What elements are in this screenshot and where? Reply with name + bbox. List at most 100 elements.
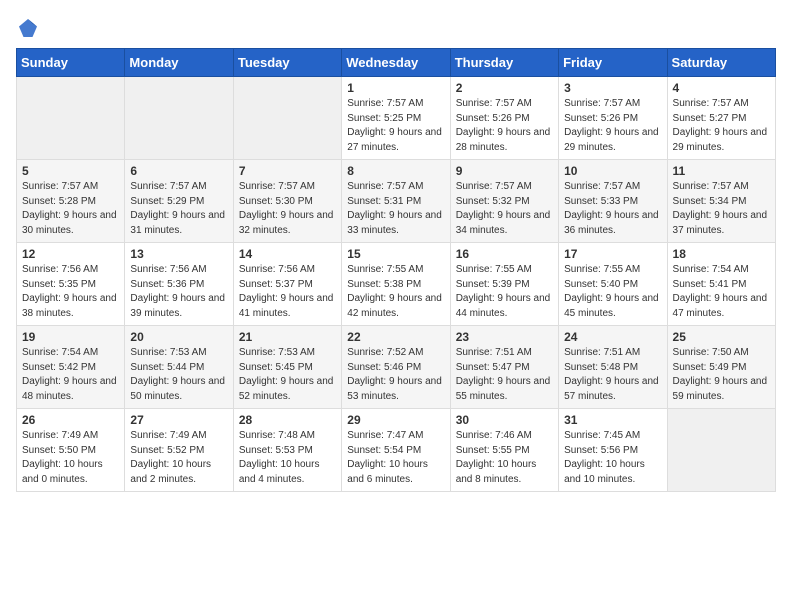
day-number: 25 xyxy=(673,330,770,344)
calendar-cell xyxy=(125,77,233,160)
day-info: Sunrise: 7:51 AMSunset: 5:47 PMDaylight:… xyxy=(456,347,551,402)
calendar-cell: 24 Sunrise: 7:51 AMSunset: 5:48 PMDaylig… xyxy=(559,326,667,409)
day-info: Sunrise: 7:57 AMSunset: 5:25 PMDaylight:… xyxy=(347,98,442,153)
day-number: 22 xyxy=(347,330,444,344)
logo-icon xyxy=(16,16,40,40)
weekday-header-wednesday: Wednesday xyxy=(342,49,450,77)
day-number: 13 xyxy=(130,247,227,261)
day-info: Sunrise: 7:50 AMSunset: 5:49 PMDaylight:… xyxy=(673,347,768,402)
day-number: 28 xyxy=(239,413,336,427)
calendar-cell: 16 Sunrise: 7:55 AMSunset: 5:39 PMDaylig… xyxy=(450,243,558,326)
day-number: 14 xyxy=(239,247,336,261)
weekday-header-thursday: Thursday xyxy=(450,49,558,77)
logo xyxy=(16,16,44,40)
calendar-cell: 2 Sunrise: 7:57 AMSunset: 5:26 PMDayligh… xyxy=(450,77,558,160)
day-info: Sunrise: 7:53 AMSunset: 5:45 PMDaylight:… xyxy=(239,347,334,402)
calendar-cell: 5 Sunrise: 7:57 AMSunset: 5:28 PMDayligh… xyxy=(17,160,125,243)
weekday-header-friday: Friday xyxy=(559,49,667,77)
weekday-header-monday: Monday xyxy=(125,49,233,77)
day-number: 19 xyxy=(22,330,119,344)
day-number: 10 xyxy=(564,164,661,178)
day-info: Sunrise: 7:45 AMSunset: 5:56 PMDaylight:… xyxy=(564,430,645,485)
calendar-cell: 29 Sunrise: 7:47 AMSunset: 5:54 PMDaylig… xyxy=(342,409,450,492)
day-info: Sunrise: 7:57 AMSunset: 5:26 PMDaylight:… xyxy=(456,98,551,153)
calendar-cell: 11 Sunrise: 7:57 AMSunset: 5:34 PMDaylig… xyxy=(667,160,775,243)
calendar-week-3: 12 Sunrise: 7:56 AMSunset: 5:35 PMDaylig… xyxy=(17,243,776,326)
day-number: 29 xyxy=(347,413,444,427)
day-number: 9 xyxy=(456,164,553,178)
day-info: Sunrise: 7:55 AMSunset: 5:38 PMDaylight:… xyxy=(347,264,442,319)
day-info: Sunrise: 7:57 AMSunset: 5:26 PMDaylight:… xyxy=(564,98,659,153)
calendar-cell: 1 Sunrise: 7:57 AMSunset: 5:25 PMDayligh… xyxy=(342,77,450,160)
day-info: Sunrise: 7:57 AMSunset: 5:30 PMDaylight:… xyxy=(239,181,334,236)
calendar-cell: 19 Sunrise: 7:54 AMSunset: 5:42 PMDaylig… xyxy=(17,326,125,409)
day-number: 16 xyxy=(456,247,553,261)
day-number: 26 xyxy=(22,413,119,427)
day-info: Sunrise: 7:56 AMSunset: 5:36 PMDaylight:… xyxy=(130,264,225,319)
day-number: 5 xyxy=(22,164,119,178)
day-number: 31 xyxy=(564,413,661,427)
day-number: 21 xyxy=(239,330,336,344)
calendar-cell: 15 Sunrise: 7:55 AMSunset: 5:38 PMDaylig… xyxy=(342,243,450,326)
calendar-table: SundayMondayTuesdayWednesdayThursdayFrid… xyxy=(16,48,776,492)
calendar-cell xyxy=(667,409,775,492)
day-number: 24 xyxy=(564,330,661,344)
day-info: Sunrise: 7:57 AMSunset: 5:33 PMDaylight:… xyxy=(564,181,659,236)
calendar-cell: 7 Sunrise: 7:57 AMSunset: 5:30 PMDayligh… xyxy=(233,160,341,243)
day-number: 18 xyxy=(673,247,770,261)
calendar-cell xyxy=(233,77,341,160)
day-info: Sunrise: 7:57 AMSunset: 5:34 PMDaylight:… xyxy=(673,181,768,236)
calendar-cell: 23 Sunrise: 7:51 AMSunset: 5:47 PMDaylig… xyxy=(450,326,558,409)
day-number: 12 xyxy=(22,247,119,261)
day-info: Sunrise: 7:54 AMSunset: 5:41 PMDaylight:… xyxy=(673,264,768,319)
day-info: Sunrise: 7:52 AMSunset: 5:46 PMDaylight:… xyxy=(347,347,442,402)
page-header xyxy=(16,16,776,40)
day-number: 6 xyxy=(130,164,227,178)
day-info: Sunrise: 7:55 AMSunset: 5:39 PMDaylight:… xyxy=(456,264,551,319)
calendar-cell: 26 Sunrise: 7:49 AMSunset: 5:50 PMDaylig… xyxy=(17,409,125,492)
calendar-cell: 30 Sunrise: 7:46 AMSunset: 5:55 PMDaylig… xyxy=(450,409,558,492)
calendar-cell: 4 Sunrise: 7:57 AMSunset: 5:27 PMDayligh… xyxy=(667,77,775,160)
day-info: Sunrise: 7:54 AMSunset: 5:42 PMDaylight:… xyxy=(22,347,117,402)
day-info: Sunrise: 7:48 AMSunset: 5:53 PMDaylight:… xyxy=(239,430,320,485)
calendar-cell: 9 Sunrise: 7:57 AMSunset: 5:32 PMDayligh… xyxy=(450,160,558,243)
calendar-cell: 10 Sunrise: 7:57 AMSunset: 5:33 PMDaylig… xyxy=(559,160,667,243)
calendar-cell: 8 Sunrise: 7:57 AMSunset: 5:31 PMDayligh… xyxy=(342,160,450,243)
calendar-cell: 12 Sunrise: 7:56 AMSunset: 5:35 PMDaylig… xyxy=(17,243,125,326)
day-info: Sunrise: 7:49 AMSunset: 5:52 PMDaylight:… xyxy=(130,430,211,485)
day-number: 15 xyxy=(347,247,444,261)
day-number: 30 xyxy=(456,413,553,427)
day-info: Sunrise: 7:57 AMSunset: 5:32 PMDaylight:… xyxy=(456,181,551,236)
day-info: Sunrise: 7:57 AMSunset: 5:31 PMDaylight:… xyxy=(347,181,442,236)
day-info: Sunrise: 7:47 AMSunset: 5:54 PMDaylight:… xyxy=(347,430,428,485)
weekday-header-sunday: Sunday xyxy=(17,49,125,77)
day-info: Sunrise: 7:46 AMSunset: 5:55 PMDaylight:… xyxy=(456,430,537,485)
day-info: Sunrise: 7:57 AMSunset: 5:29 PMDaylight:… xyxy=(130,181,225,236)
calendar-cell: 3 Sunrise: 7:57 AMSunset: 5:26 PMDayligh… xyxy=(559,77,667,160)
calendar-week-5: 26 Sunrise: 7:49 AMSunset: 5:50 PMDaylig… xyxy=(17,409,776,492)
weekday-header-tuesday: Tuesday xyxy=(233,49,341,77)
calendar-header-row: SundayMondayTuesdayWednesdayThursdayFrid… xyxy=(17,49,776,77)
calendar-cell: 21 Sunrise: 7:53 AMSunset: 5:45 PMDaylig… xyxy=(233,326,341,409)
calendar-week-2: 5 Sunrise: 7:57 AMSunset: 5:28 PMDayligh… xyxy=(17,160,776,243)
day-info: Sunrise: 7:57 AMSunset: 5:27 PMDaylight:… xyxy=(673,98,768,153)
calendar-week-4: 19 Sunrise: 7:54 AMSunset: 5:42 PMDaylig… xyxy=(17,326,776,409)
day-number: 2 xyxy=(456,81,553,95)
calendar-cell: 31 Sunrise: 7:45 AMSunset: 5:56 PMDaylig… xyxy=(559,409,667,492)
day-info: Sunrise: 7:53 AMSunset: 5:44 PMDaylight:… xyxy=(130,347,225,402)
calendar-cell: 18 Sunrise: 7:54 AMSunset: 5:41 PMDaylig… xyxy=(667,243,775,326)
day-info: Sunrise: 7:56 AMSunset: 5:35 PMDaylight:… xyxy=(22,264,117,319)
calendar-cell: 6 Sunrise: 7:57 AMSunset: 5:29 PMDayligh… xyxy=(125,160,233,243)
day-number: 7 xyxy=(239,164,336,178)
calendar-cell: 13 Sunrise: 7:56 AMSunset: 5:36 PMDaylig… xyxy=(125,243,233,326)
calendar-cell: 20 Sunrise: 7:53 AMSunset: 5:44 PMDaylig… xyxy=(125,326,233,409)
calendar-cell: 14 Sunrise: 7:56 AMSunset: 5:37 PMDaylig… xyxy=(233,243,341,326)
calendar-cell: 17 Sunrise: 7:55 AMSunset: 5:40 PMDaylig… xyxy=(559,243,667,326)
day-info: Sunrise: 7:55 AMSunset: 5:40 PMDaylight:… xyxy=(564,264,659,319)
calendar-week-1: 1 Sunrise: 7:57 AMSunset: 5:25 PMDayligh… xyxy=(17,77,776,160)
day-number: 17 xyxy=(564,247,661,261)
day-info: Sunrise: 7:56 AMSunset: 5:37 PMDaylight:… xyxy=(239,264,334,319)
calendar-cell xyxy=(17,77,125,160)
calendar-cell: 25 Sunrise: 7:50 AMSunset: 5:49 PMDaylig… xyxy=(667,326,775,409)
day-number: 27 xyxy=(130,413,227,427)
